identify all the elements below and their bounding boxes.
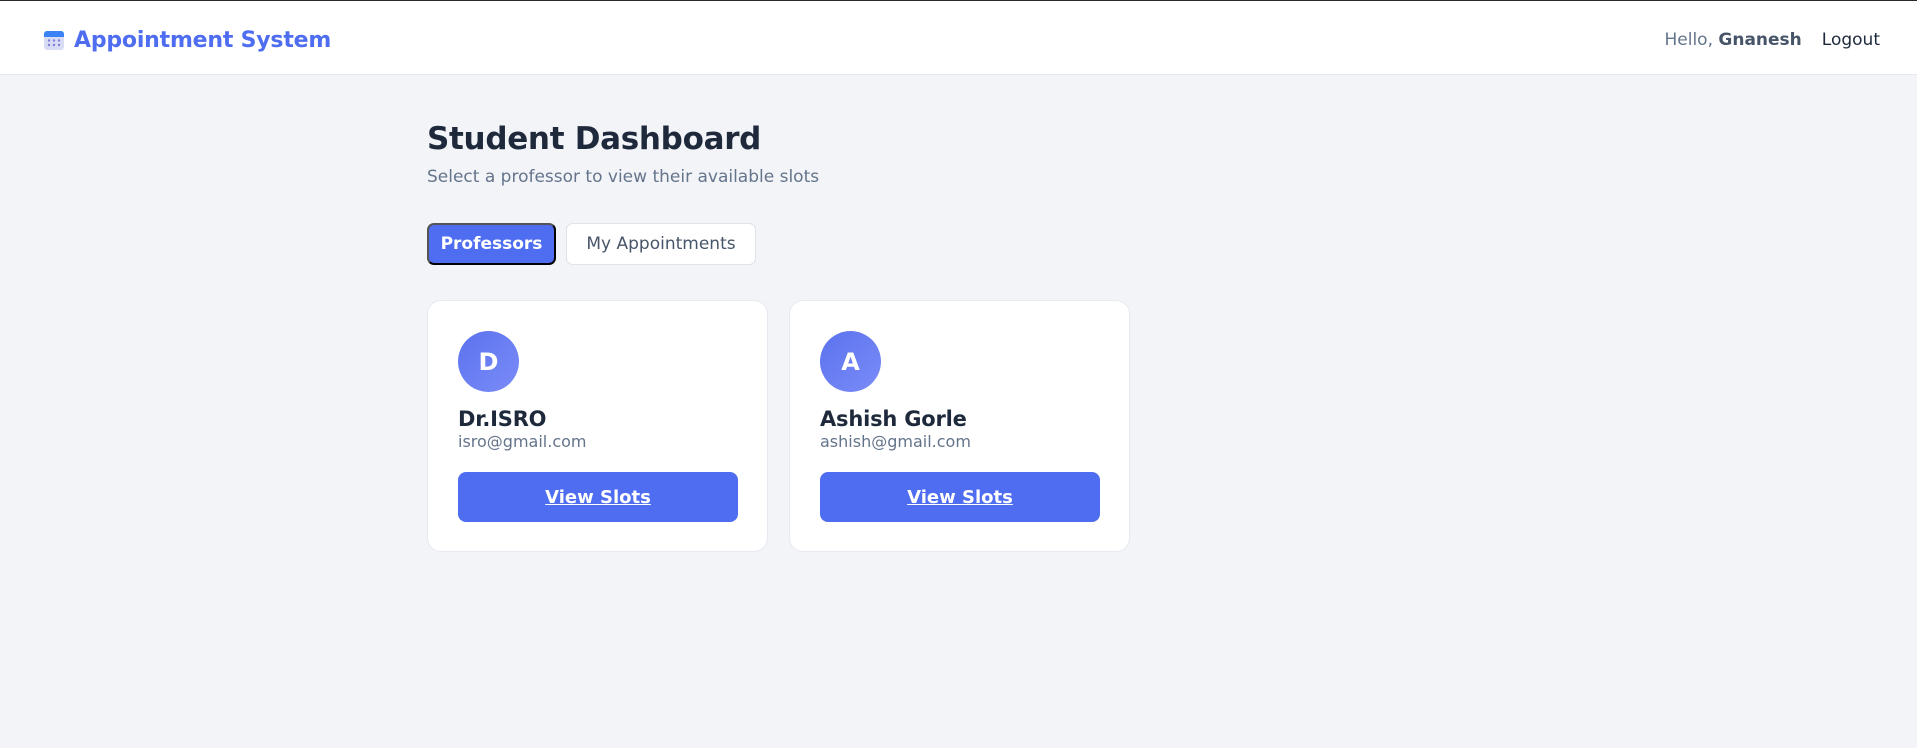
page-title: Student Dashboard — [427, 121, 762, 157]
tab-professors[interactable]: Professors — [427, 223, 556, 265]
brand[interactable]: Appointment System — [43, 25, 331, 55]
dashboard-main: Student Dashboard Select a professor to … — [427, 118, 1147, 552]
professor-email: isro@gmail.com — [458, 432, 587, 451]
logout-button[interactable]: Logout — [1822, 30, 1880, 50]
view-slots-button[interactable]: View Slots — [458, 472, 738, 522]
professor-name: Dr.ISRO — [458, 407, 547, 431]
dashboard-tabs: Professors My Appointments — [427, 223, 756, 265]
professor-list: D Dr.ISRO isro@gmail.com View Slots A As… — [427, 300, 1151, 552]
user-menu: Hello, Gnanesh Logout — [1664, 27, 1880, 53]
calendar-icon — [43, 29, 65, 51]
app-title: Appointment System — [74, 27, 332, 53]
avatar: D — [458, 331, 519, 392]
page-subtitle: Select a professor to view their availab… — [427, 167, 820, 187]
professor-card: D Dr.ISRO isro@gmail.com View Slots — [427, 300, 768, 552]
professor-email: ashish@gmail.com — [820, 432, 971, 451]
professor-card: A Ashish Gorle ashish@gmail.com View Slo… — [789, 300, 1130, 552]
tab-my-appointments[interactable]: My Appointments — [566, 223, 756, 265]
greeting: Hello, Gnanesh — [1664, 30, 1801, 50]
greeting-text: Hello, — [1664, 30, 1713, 50]
top-navbar: Appointment System Hello, Gnanesh Logout — [0, 1, 1917, 75]
view-slots-button[interactable]: View Slots — [820, 472, 1100, 522]
avatar: A — [820, 331, 881, 392]
user-name: Gnanesh — [1718, 30, 1802, 50]
professor-name: Ashish Gorle — [820, 407, 967, 431]
